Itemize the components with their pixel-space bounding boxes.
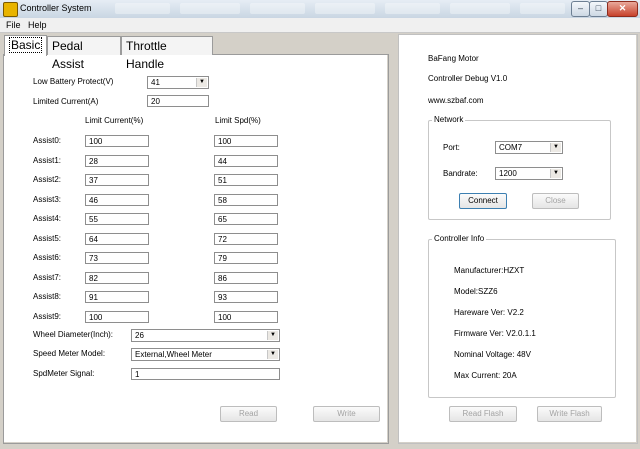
assist-current-input[interactable]: 46 [85, 193, 149, 206]
tab-pedal-assist[interactable]: Pedal Assist [47, 36, 121, 71]
assist-level-label: Assist9: [33, 311, 62, 321]
chevron-down-icon: ▼ [550, 143, 561, 152]
low-battery-value: 41 [151, 78, 160, 87]
assist-current-input[interactable]: 55 [85, 213, 149, 225]
assist-speed-input[interactable]: 93 [214, 291, 278, 303]
chevron-down-icon: ▼ [267, 350, 278, 359]
assist-level-label: Assist1: [33, 155, 62, 165]
assist-level-label: Assist4: [33, 214, 62, 223]
assist-speed-input[interactable]: 79 [214, 252, 278, 264]
controller-info-line: Nominal Voltage: 48V [454, 350, 531, 359]
assist-level-label: Assist8: [33, 292, 62, 301]
minimize-icon: – [577, 3, 583, 13]
low-battery-select[interactable]: 41 ▼ [147, 76, 209, 89]
assist-level-label: Assist5: [33, 233, 62, 243]
write-button[interactable]: Write [313, 406, 380, 422]
write-flash-button[interactable]: Write Flash [537, 406, 602, 422]
assist-current-input[interactable]: 100 [85, 310, 149, 323]
assist-current-input[interactable]: 37 [85, 174, 149, 186]
port-label: Port: [443, 143, 460, 152]
controller-info-line: Model:SZZ6 [454, 287, 498, 296]
low-battery-label: Low Battery Protect(V) [33, 77, 114, 86]
read-button[interactable]: Read [220, 406, 277, 422]
menu-bar: File Help [0, 18, 640, 33]
limited-current-label: Limited Current(A) [33, 97, 99, 106]
port-value: COM7 [499, 143, 523, 152]
limit-current-column-header: Limit Current(%) [85, 116, 144, 125]
menu-file[interactable]: File [6, 20, 21, 30]
chevron-down-icon: ▼ [196, 78, 207, 87]
background-taskbar-ghost [115, 3, 170, 14]
maximize-button[interactable]: □ [589, 1, 608, 17]
chevron-down-icon: ▼ [550, 169, 561, 178]
tab-basic-label: Basic [9, 37, 43, 53]
baudrate-value: 1200 [499, 169, 517, 178]
assist-speed-input[interactable]: 58 [214, 193, 278, 206]
title-bar: Controller System – □ ✕ [0, 0, 640, 19]
assist-speed-input[interactable]: 51 [214, 174, 278, 186]
baudrate-label: Bandrate: [443, 169, 478, 178]
baudrate-select[interactable]: 1200 ▼ [495, 167, 563, 180]
assist-speed-input[interactable]: 100 [214, 310, 278, 323]
basic-tab-frame [3, 54, 389, 444]
assist-level-label: Assist3: [33, 194, 62, 204]
close-window-button[interactable]: ✕ [607, 1, 638, 17]
assist-level-label: Assist6: [33, 253, 62, 262]
speed-meter-label: Speed Meter Model: [33, 349, 106, 358]
assist-current-input[interactable]: 100 [85, 135, 149, 147]
assist-speed-input[interactable]: 72 [214, 232, 278, 245]
assist-current-input[interactable]: 64 [85, 232, 149, 245]
background-taskbar-ghost [450, 3, 510, 14]
debug-version-label: Controller Debug V1.0 [428, 74, 508, 83]
maximize-icon: □ [595, 3, 602, 13]
controller-info-title: Controller Info [432, 234, 487, 243]
assist-level-label: Assist7: [33, 272, 62, 282]
background-taskbar-ghost [250, 3, 305, 14]
controller-info-line: Manufacturer:HZXT [454, 266, 525, 275]
assist-level-label: Assist2: [33, 175, 62, 184]
menu-help[interactable]: Help [28, 20, 47, 30]
app-icon [3, 2, 18, 17]
background-taskbar-ghost [385, 3, 440, 14]
assist-speed-input[interactable]: 86 [214, 271, 278, 284]
tab-basic[interactable]: Basic [4, 35, 47, 56]
assist-current-input[interactable]: 28 [85, 154, 149, 167]
controller-info-line: Max Current: 20A [454, 371, 517, 380]
assist-level-label: Assist0: [33, 136, 62, 145]
tab-throttle-handle[interactable]: Throttle Handle [121, 36, 213, 71]
assist-current-input[interactable]: 82 [85, 271, 149, 284]
port-select[interactable]: COM7 ▼ [495, 141, 563, 154]
speed-meter-select[interactable]: External,Wheel Meter ▼ [131, 348, 280, 361]
read-flash-button[interactable]: Read Flash [449, 406, 517, 422]
window-title: Controller System [20, 3, 92, 13]
close-icon: ✕ [618, 3, 627, 13]
assist-current-input[interactable]: 91 [85, 291, 149, 303]
tab-pedal-assist-label: Pedal Assist [52, 39, 85, 71]
tab-throttle-handle-label: Throttle Handle [126, 39, 167, 71]
controller-info-line: Firmware Ver: V2.0.1.1 [454, 329, 536, 338]
speed-meter-value: External,Wheel Meter [135, 350, 212, 359]
connect-button[interactable]: Connect [459, 193, 507, 209]
limit-speed-column-header: Limit Spd(%) [215, 116, 261, 125]
assist-speed-input[interactable]: 44 [214, 154, 278, 167]
chevron-down-icon: ▼ [267, 331, 278, 340]
wheel-diameter-select[interactable]: 26 ▼ [131, 329, 280, 342]
assist-current-input[interactable]: 73 [85, 252, 149, 264]
controller-info-line: Hareware Ver: V2.2 [454, 308, 524, 317]
limited-current-input[interactable]: 20 [147, 95, 209, 107]
company-label: BaFang Motor [428, 54, 479, 63]
wheel-diameter-value: 26 [135, 331, 144, 340]
speed-signal-label: SpdMeter Signal: [33, 369, 95, 378]
background-taskbar-ghost [315, 3, 375, 14]
wheel-diameter-label: Wheel Diameter(Inch): [33, 330, 114, 339]
close-connection-button[interactable]: Close [532, 193, 579, 209]
website-label: www.szbaf.com [428, 96, 484, 105]
assist-speed-input[interactable]: 100 [214, 135, 278, 147]
speed-signal-input[interactable]: 1 [131, 368, 280, 380]
background-taskbar-ghost [180, 3, 240, 14]
minimize-button[interactable]: – [571, 1, 590, 17]
assist-speed-input[interactable]: 65 [214, 213, 278, 225]
background-taskbar-ghost [520, 3, 565, 14]
network-title: Network [432, 115, 466, 124]
